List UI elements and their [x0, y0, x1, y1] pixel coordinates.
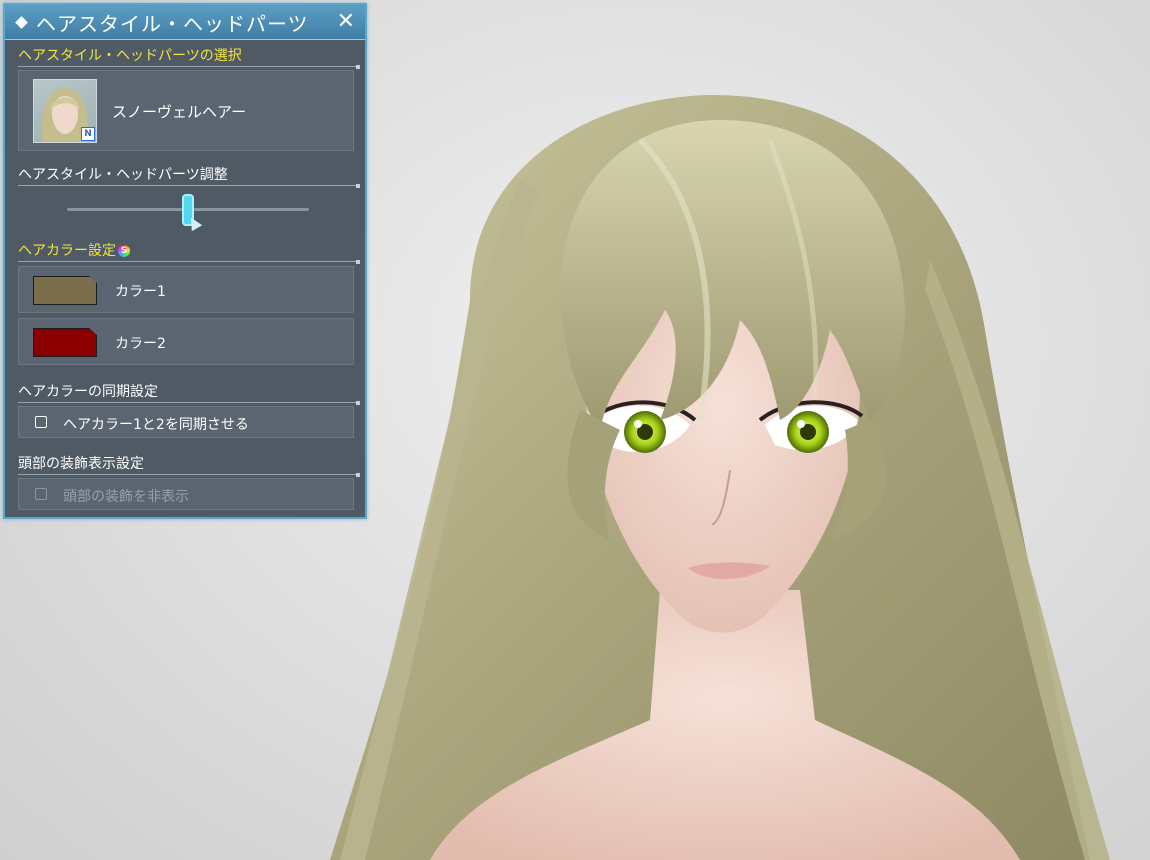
color-1-button[interactable]: カラー1	[18, 266, 354, 313]
color-1-label: カラー1	[115, 284, 166, 300]
color-2-button[interactable]: カラー2	[18, 318, 354, 365]
color-1-swatch	[33, 276, 97, 305]
hairstyle-panel: ヘアスタイル・ヘッドパーツ ✕ ヘアスタイル・ヘッドパーツの選択 N スノーヴェ…	[3, 3, 367, 519]
hairstyle-name: スノーヴェルヘアー	[112, 103, 247, 121]
hide-head-decor-label: 頭部の装飾を非表示	[63, 489, 189, 505]
section-header-head-decor: 頭部の装飾表示設定	[18, 453, 360, 477]
section-header-hair-color: ヘアカラー設定 S	[18, 240, 360, 264]
color-2-swatch	[33, 328, 97, 357]
close-icon[interactable]: ✕	[337, 9, 355, 35]
hairstyle-select-button[interactable]: N スノーヴェルヘアー	[18, 70, 354, 151]
sync-colors-label: ヘアカラー1と2を同期させる	[63, 417, 249, 433]
section-header-hair-adjust: ヘアスタイル・ヘッドパーツ調整	[18, 164, 360, 188]
hide-head-decor-checkbox	[35, 488, 47, 500]
panel-title: ヘアスタイル・ヘッドパーツ	[36, 11, 309, 36]
section-header-sync: ヘアカラーの同期設定	[18, 381, 360, 405]
sync-colors-row[interactable]: ヘアカラー1と2を同期させる	[18, 406, 354, 438]
hairstyle-thumbnail: N	[33, 79, 97, 143]
section-header-hair-selection: ヘアスタイル・ヘッドパーツの選択	[18, 45, 360, 69]
sync-colors-checkbox[interactable]	[35, 416, 47, 428]
sg-badge-icon: S	[118, 245, 130, 257]
hide-head-decor-row: 頭部の装飾を非表示	[18, 478, 354, 510]
color-2-label: カラー2	[115, 336, 166, 352]
hair-color-header-label: ヘアカラー設定	[18, 243, 116, 259]
panel-titlebar[interactable]: ヘアスタイル・ヘッドパーツ ✕	[5, 5, 365, 40]
new-badge-icon: N	[81, 127, 95, 141]
diamond-icon	[15, 15, 28, 29]
